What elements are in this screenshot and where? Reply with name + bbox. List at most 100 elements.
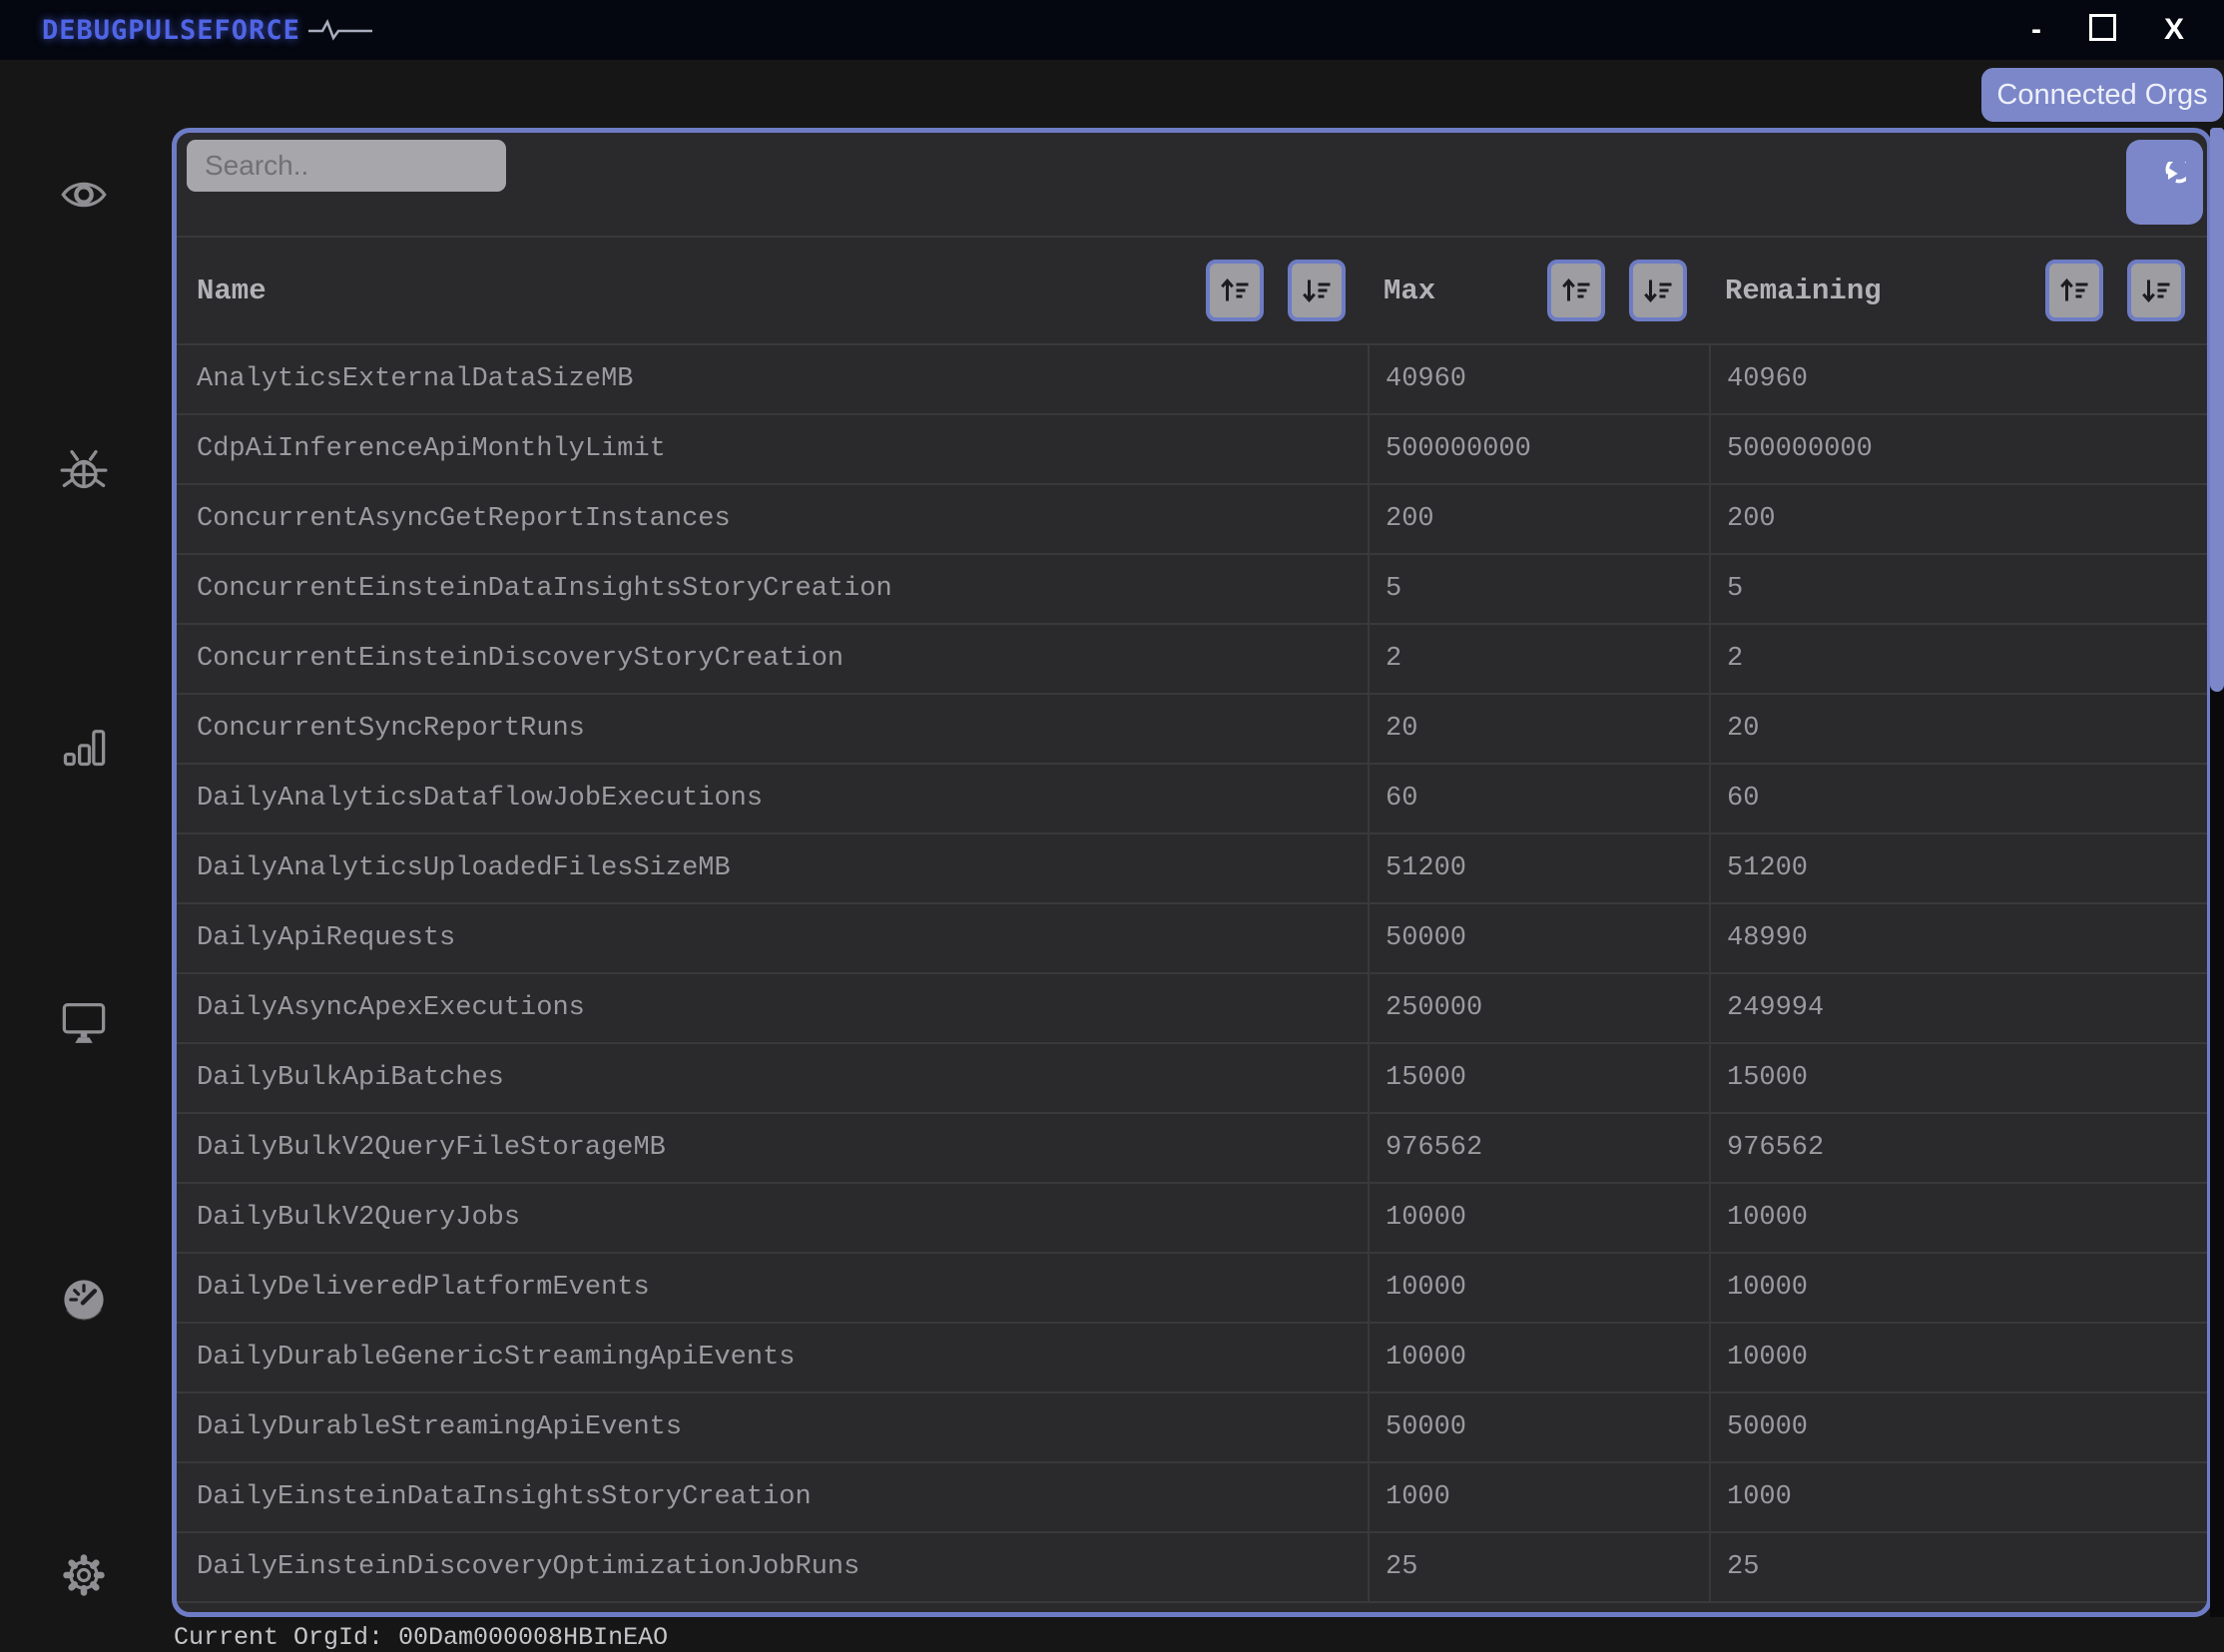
cell-max: 20 bbox=[1368, 695, 1709, 763]
cell-name: AnalyticsExternalDataSizeMB bbox=[197, 364, 634, 394]
search-input[interactable] bbox=[187, 140, 506, 192]
maximize-icon bbox=[2088, 13, 2116, 41]
cell-name: DailyDeliveredPlatformEvents bbox=[197, 1273, 650, 1303]
table-row: DailyEinsteinDiscoveryOptimizationJobRun… bbox=[177, 1533, 2207, 1603]
monitor-icon bbox=[60, 997, 108, 1045]
cell-max: 500000000 bbox=[1368, 415, 1709, 483]
sidebar-item-debug[interactable] bbox=[60, 445, 108, 493]
cell-name: DailyBulkApiBatches bbox=[197, 1063, 504, 1093]
close-button[interactable]: X bbox=[2164, 15, 2184, 45]
cell-name: CdpAiInferenceApiMonthlyLimit bbox=[197, 434, 666, 464]
cell-remaining: 1000 bbox=[1709, 1463, 2207, 1531]
cell-remaining: 60 bbox=[1709, 765, 2207, 832]
column-header-max: Max bbox=[1368, 238, 1709, 343]
column-header-name: Name bbox=[177, 238, 1368, 343]
sort-ascending-button[interactable] bbox=[1206, 260, 1264, 321]
minimize-button[interactable]: - bbox=[2031, 15, 2041, 45]
column-label: Remaining bbox=[1725, 274, 1882, 307]
cell-name: DailyEinsteinDataInsightsStoryCreation bbox=[197, 1482, 812, 1512]
cell-remaining: 249994 bbox=[1709, 974, 2207, 1042]
cell-name: DailyBulkV2QueryJobs bbox=[197, 1203, 521, 1233]
cell-max: 1000 bbox=[1368, 1463, 1709, 1531]
refresh-icon bbox=[2144, 161, 2186, 204]
table-row: DailyBulkV2QueryFileStorageMB 976562 97656… bbox=[177, 1114, 2207, 1184]
table-row: AnalyticsExternalDataSizeMB 40960 40960 bbox=[177, 345, 2207, 415]
sort-descending-button[interactable] bbox=[2127, 260, 2185, 321]
table-row: DailyBulkApiBatches 15000 15000 bbox=[177, 1044, 2207, 1114]
table-row: DailyDurableGenericStreamingApiEvents 100… bbox=[177, 1324, 2207, 1393]
cell-name: DailyBulkV2QueryFileStorageMB bbox=[197, 1133, 666, 1163]
column-label: Max bbox=[1384, 274, 1436, 307]
cell-name: ConcurrentSyncReportRuns bbox=[197, 714, 585, 744]
sort-ascending-button[interactable] bbox=[1547, 260, 1605, 321]
cell-name: DailyAnalyticsDataflowJobExecutions bbox=[197, 784, 764, 814]
cell-name: ConcurrentEinsteinDataInsightsStoryCreat… bbox=[197, 574, 892, 604]
table-row: DailyAnalyticsUploadedFilesSizeMB 51200 51… bbox=[177, 834, 2207, 904]
table-row: DailyAnalyticsDataflowJobExecutions 60 60 bbox=[177, 765, 2207, 834]
cell-name: DailyEinsteinDiscoveryOptimizationJobRun… bbox=[197, 1552, 860, 1582]
connected-orgs-button[interactable]: Connected Orgs bbox=[1981, 68, 2223, 122]
cell-remaining: 51200 bbox=[1709, 834, 2207, 902]
sort-descending-button[interactable] bbox=[1629, 260, 1687, 321]
cell-name: DailyDurableGenericStreamingApiEvents bbox=[197, 1343, 796, 1373]
table-row: CdpAiInferenceApiMonthlyLimit 500000000 50… bbox=[177, 415, 2207, 485]
cell-max: 10000 bbox=[1368, 1254, 1709, 1322]
bar-chart-icon bbox=[60, 723, 108, 771]
cell-name: ConcurrentAsyncGetReportInstances bbox=[197, 504, 731, 534]
cell-remaining: 25 bbox=[1709, 1533, 2207, 1601]
limits-table: Name Max Remaining AnalyticsExternalData… bbox=[177, 236, 2207, 1603]
cell-remaining: 200 bbox=[1709, 485, 2207, 553]
cell-max: 200 bbox=[1368, 485, 1709, 553]
cell-max: 5 bbox=[1368, 555, 1709, 623]
cell-remaining: 5 bbox=[1709, 555, 2207, 623]
table-row: ConcurrentSyncReportRuns 20 20 bbox=[177, 695, 2207, 765]
sort-descending-button[interactable] bbox=[1288, 260, 1346, 321]
cell-max: 2 bbox=[1368, 625, 1709, 693]
cell-remaining: 10000 bbox=[1709, 1254, 2207, 1322]
eye-icon bbox=[60, 171, 108, 219]
sort-ascending-button[interactable] bbox=[2045, 260, 2103, 321]
cell-remaining: 10000 bbox=[1709, 1324, 2207, 1391]
cell-remaining: 20 bbox=[1709, 695, 2207, 763]
cell-name: ConcurrentEinsteinDiscoveryStoryCreation bbox=[197, 644, 844, 674]
sidebar-item-stats[interactable] bbox=[60, 723, 108, 771]
cell-max: 250000 bbox=[1368, 974, 1709, 1042]
current-org-status: Current OrgId: 00Dam000008HBInEAO bbox=[174, 1623, 669, 1652]
cell-name: DailyDurableStreamingApiEvents bbox=[197, 1412, 683, 1442]
cell-name: DailyAnalyticsUploadedFilesSizeMB bbox=[197, 853, 731, 883]
limits-panel: Name Max bbox=[172, 128, 2212, 1617]
table-row: ConcurrentEinsteinDataInsightsStoryCreat… bbox=[177, 555, 2207, 625]
window-controls: - X bbox=[2031, 0, 2184, 60]
sidebar-item-watch[interactable] bbox=[60, 171, 108, 219]
refresh-button[interactable] bbox=[2126, 140, 2203, 225]
gauge-icon bbox=[60, 1276, 108, 1324]
maximize-button[interactable] bbox=[2088, 13, 2116, 47]
sidebar-item-monitor[interactable] bbox=[60, 997, 108, 1045]
table-body: AnalyticsExternalDataSizeMB 40960 40960 Cdp… bbox=[177, 345, 2207, 1603]
scrollbar-thumb[interactable] bbox=[2210, 128, 2224, 692]
vertical-scrollbar[interactable] bbox=[2210, 128, 2224, 1617]
sidebar-item-settings[interactable] bbox=[60, 1551, 108, 1599]
table-row: DailyDeliveredPlatformEvents 10000 10000 bbox=[177, 1254, 2207, 1324]
table-row: DailyDurableStreamingApiEvents 50000 50000 bbox=[177, 1393, 2207, 1463]
pulse-icon bbox=[307, 18, 374, 42]
app-logo: DEBUGPULSEFORCE bbox=[42, 0, 374, 60]
table-row: ConcurrentAsyncGetReportInstances 200 200 bbox=[177, 485, 2207, 555]
cell-max: 51200 bbox=[1368, 834, 1709, 902]
cell-remaining: 15000 bbox=[1709, 1044, 2207, 1112]
cell-max: 60 bbox=[1368, 765, 1709, 832]
titlebar: DEBUGPULSEFORCE - X bbox=[0, 0, 2224, 60]
gear-icon bbox=[60, 1551, 108, 1599]
cell-max: 25 bbox=[1368, 1533, 1709, 1601]
cell-remaining: 40960 bbox=[1709, 345, 2207, 413]
cell-remaining: 50000 bbox=[1709, 1393, 2207, 1461]
cell-name: DailyAsyncApexExecutions bbox=[197, 993, 585, 1023]
sidebar-item-dashboard[interactable] bbox=[60, 1276, 108, 1324]
column-header-remaining: Remaining bbox=[1709, 238, 2207, 343]
cell-max: 40960 bbox=[1368, 345, 1709, 413]
cell-name: DailyApiRequests bbox=[197, 923, 456, 953]
cell-remaining: 48990 bbox=[1709, 904, 2207, 972]
cell-max: 50000 bbox=[1368, 904, 1709, 972]
cell-remaining: 500000000 bbox=[1709, 415, 2207, 483]
cell-max: 10000 bbox=[1368, 1324, 1709, 1391]
